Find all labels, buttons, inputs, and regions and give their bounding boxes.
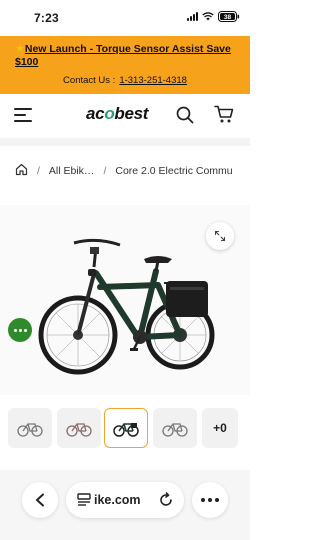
battery-icon: 38: [218, 11, 240, 22]
battery-level: 38: [224, 14, 232, 21]
thumbnail-item[interactable]: [8, 408, 52, 448]
promo-title-text: New Launch - Torque Sensor Assist Save $…: [15, 43, 231, 68]
home-icon[interactable]: [15, 163, 28, 179]
thumbnail-item-active[interactable]: [104, 408, 148, 448]
more-thumbnails-count[interactable]: +0: [202, 408, 238, 448]
breadcrumb-all-ebikes[interactable]: All Ebik…: [49, 165, 95, 177]
back-button[interactable]: [22, 482, 58, 518]
promo-title-link[interactable]: ★New Launch - Torque Sensor Assist Save …: [15, 43, 245, 69]
star-icon: ★: [15, 43, 25, 55]
promo-banner[interactable]: ★New Launch - Torque Sensor Assist Save …: [0, 36, 250, 94]
section-divider: [0, 138, 250, 146]
site-logo[interactable]: acobest: [86, 104, 148, 124]
contact-label: Contact Us :: [63, 75, 116, 86]
logo-prefix: ac: [86, 104, 105, 123]
wifi-icon: [202, 12, 214, 21]
status-time: 7:23: [34, 11, 59, 25]
address-bar[interactable]: ike.com: [66, 482, 184, 518]
site-header: acobest: [0, 94, 250, 138]
chat-bubble-icon[interactable]: [8, 318, 32, 342]
breadcrumb-separator: /: [103, 165, 107, 177]
promo-contact: Contact Us :1-313-251-4318: [0, 75, 250, 86]
chevron-left-icon: [36, 493, 44, 507]
phone-link[interactable]: 1-313-251-4318: [119, 75, 187, 86]
status-icons: 38: [187, 11, 240, 22]
product-image-ebike: [38, 225, 218, 395]
thumbnail-strip: +0: [0, 408, 250, 452]
browser-toolbar: ike.com: [0, 470, 250, 540]
breadcrumb: / All Ebik… / Core 2.0 Electric Commu: [0, 146, 250, 196]
logo-suffix: best: [114, 104, 149, 123]
logo-accent: o: [104, 104, 115, 123]
more-options-button[interactable]: [192, 482, 228, 518]
url-text: ike.com: [94, 493, 141, 507]
thumbnail-item[interactable]: [57, 408, 101, 448]
thumbnail-item[interactable]: [153, 408, 197, 448]
status-bar: 7:23 38: [0, 0, 250, 36]
cart-icon[interactable]: [214, 105, 234, 129]
reload-icon[interactable]: [158, 492, 174, 513]
breadcrumb-current: Core 2.0 Electric Commu: [115, 165, 233, 177]
breadcrumb-separator: /: [37, 165, 40, 177]
tabs-icon[interactable]: [77, 493, 91, 511]
more-dots-icon: [201, 498, 219, 502]
search-icon[interactable]: [176, 106, 194, 129]
signal-icon: [187, 12, 198, 21]
hamburger-menu-icon[interactable]: [14, 108, 32, 122]
